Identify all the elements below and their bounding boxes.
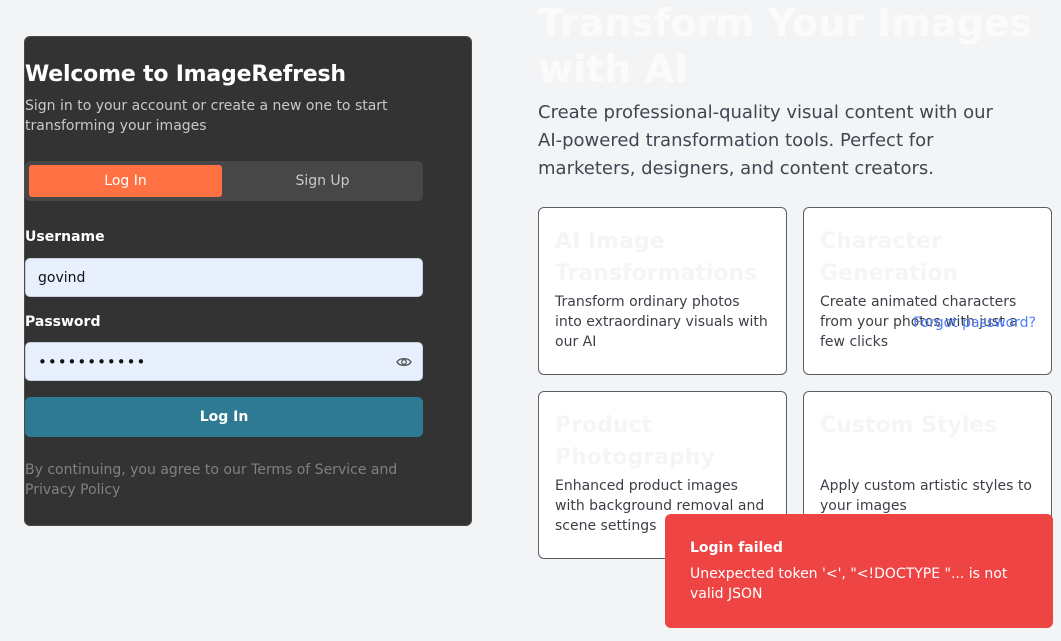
auth-tabs: Log In Sign Up [25, 161, 423, 201]
feature-card-ai-transformations: AI Image Transformations Transform ordin… [538, 207, 787, 375]
login-card-title: Welcome to ImageRefresh [25, 62, 346, 87]
forgot-password-link[interactable]: Forgot password? [913, 315, 1036, 331]
tab-log-in[interactable]: Log In [29, 165, 222, 197]
feature-title: AI Image Transformations [555, 229, 758, 286]
toast-message: Unexpected token '<', "<!DOCTYPE "... is… [690, 566, 1008, 602]
password-label: Password [25, 314, 101, 330]
hero-description: Create professional-quality visual conte… [538, 102, 993, 179]
log-in-button[interactable]: Log In [25, 397, 423, 437]
error-toast: Login failed Unexpected token '<', "<!DO… [665, 514, 1053, 628]
terms-text: By continuing, you agree to our Terms of… [25, 462, 398, 498]
login-card-subtitle: Sign in to your account or create a new … [25, 98, 388, 134]
tab-sign-up[interactable]: Sign Up [226, 165, 419, 197]
eye-icon[interactable] [396, 354, 412, 370]
feature-description: Transform ordinary photos into extraordi… [555, 294, 768, 350]
toast-title: Login failed [690, 540, 783, 556]
feature-card-character-generation: Character Generation Create animated cha… [803, 207, 1052, 375]
feature-description: Apply custom artistic styles to your ima… [820, 478, 1032, 514]
password-value: ••••••••••• [38, 352, 147, 371]
feature-title: Custom Styles [820, 413, 998, 438]
hero-title: Transform Your Images with AI [538, 1, 1033, 91]
username-label: Username [25, 229, 105, 245]
password-input[interactable]: ••••••••••• [25, 342, 423, 381]
feature-title: Character Generation [820, 229, 959, 286]
feature-title: Product Photography [555, 413, 715, 470]
username-input[interactable]: govind [25, 258, 423, 297]
